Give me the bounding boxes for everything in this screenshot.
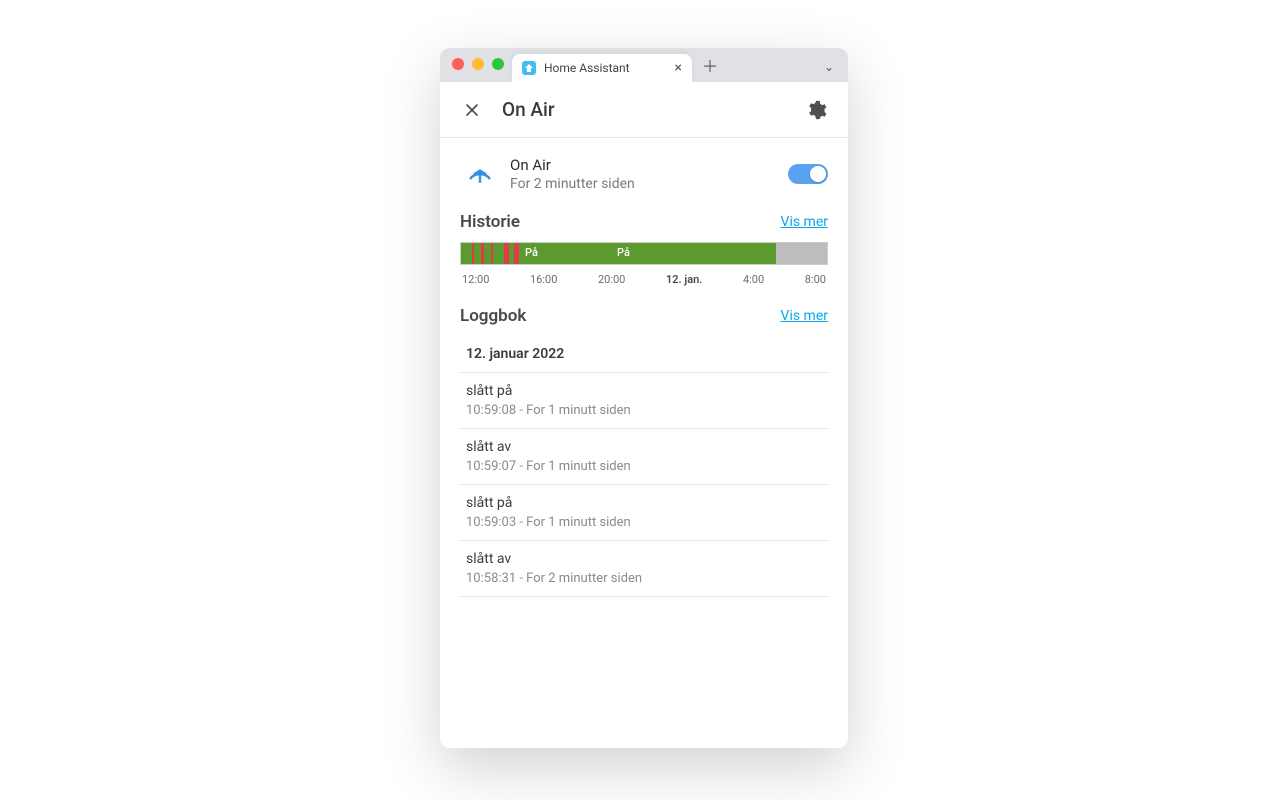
logbook-entry-title: slått på bbox=[466, 383, 822, 399]
timeline-label-on-2: På bbox=[617, 246, 630, 259]
logbook-entry-title: slått på bbox=[466, 495, 822, 511]
new-tab-button[interactable]: ＋ bbox=[702, 53, 718, 77]
logbook-entry: slått av 10:58:31 - For 2 minutter siden bbox=[460, 541, 828, 597]
entity-row: On Air For 2 minutter siden bbox=[460, 154, 828, 194]
logbook-entry-title: slått av bbox=[466, 551, 822, 567]
page-title: On Air bbox=[502, 98, 555, 121]
x-icon bbox=[462, 100, 482, 120]
logbook-title: Loggbok bbox=[460, 306, 526, 326]
tick-label: 16:00 bbox=[530, 273, 557, 286]
settings-button[interactable] bbox=[798, 92, 834, 128]
history-timeline: På På bbox=[460, 242, 828, 265]
tick-label: 20:00 bbox=[598, 273, 625, 286]
tick-label: 12:00 bbox=[462, 273, 489, 286]
logbook-header: Loggbok Vis mer bbox=[460, 306, 828, 326]
dialog-content: On Air For 2 minutter siden Historie Vis… bbox=[440, 138, 848, 748]
entity-last-changed: For 2 minutter siden bbox=[510, 176, 635, 192]
history-show-more-link[interactable]: Vis mer bbox=[781, 214, 828, 230]
logbook-entry-time: 10:59:03 - For 1 minutt siden bbox=[466, 515, 822, 530]
logbook-entry-time: 10:59:08 - For 1 minutt siden bbox=[466, 403, 822, 418]
logbook-entry: slått på 10:59:08 - For 1 minutt siden bbox=[460, 373, 828, 429]
timeline-ticks: 12:00 16:00 20:00 12. jan. 4:00 8:00 bbox=[460, 273, 828, 286]
logbook-entry-time: 10:58:31 - For 2 minutter siden bbox=[466, 571, 822, 586]
browser-tab[interactable]: Home Assistant × bbox=[512, 54, 692, 82]
logbook-entry-title: slått av bbox=[466, 439, 822, 455]
tick-label: 8:00 bbox=[805, 273, 826, 286]
tick-label: 4:00 bbox=[743, 273, 764, 286]
window-minimize-button[interactable] bbox=[472, 58, 484, 70]
browser-chrome: Home Assistant × ＋ ⌄ bbox=[440, 48, 848, 82]
logbook-entry: slått på 10:59:03 - For 1 minutt siden bbox=[460, 485, 828, 541]
toggle-switch[interactable] bbox=[788, 164, 828, 184]
chevron-down-icon[interactable]: ⌄ bbox=[824, 60, 834, 74]
entity-name: On Air bbox=[510, 156, 635, 174]
home-assistant-favicon-icon bbox=[522, 61, 536, 75]
close-icon[interactable]: × bbox=[675, 60, 682, 76]
broadcast-icon bbox=[460, 154, 500, 194]
history-title: Historie bbox=[460, 212, 520, 232]
window-maximize-button[interactable] bbox=[492, 58, 504, 70]
tab-title: Home Assistant bbox=[544, 61, 630, 75]
window-close-button[interactable] bbox=[452, 58, 464, 70]
logbook-entry: slått av 10:59:07 - For 1 minutt siden bbox=[460, 429, 828, 485]
browser-window: Home Assistant × ＋ ⌄ On Air bbox=[440, 48, 848, 748]
window-controls bbox=[452, 58, 504, 70]
gear-icon bbox=[805, 99, 827, 121]
entity-text: On Air For 2 minutter siden bbox=[510, 156, 635, 192]
logbook-entry-time: 10:59:07 - For 1 minutt siden bbox=[466, 459, 822, 474]
history-header: Historie Vis mer bbox=[460, 212, 828, 232]
timeline-label-on-1: På bbox=[525, 246, 538, 259]
logbook-show-more-link[interactable]: Vis mer bbox=[781, 308, 828, 324]
tick-label: 12. jan. bbox=[666, 273, 702, 286]
logbook-date: 12. januar 2022 bbox=[460, 336, 828, 373]
close-button[interactable] bbox=[454, 92, 490, 128]
dialog-header: On Air bbox=[440, 82, 848, 138]
